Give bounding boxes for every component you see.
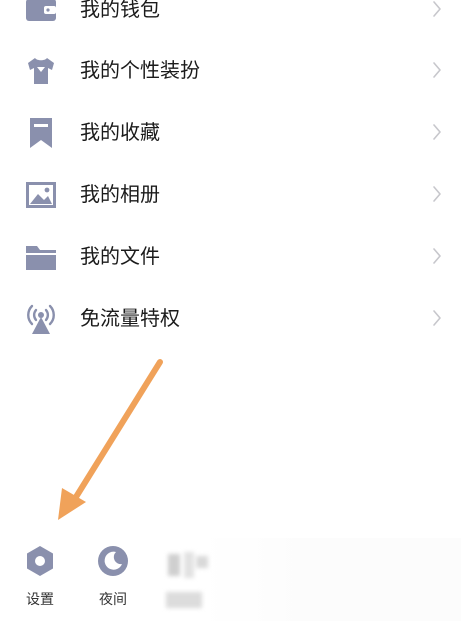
menu-item-label: 我的个性装扮	[80, 58, 200, 82]
chevron-right-icon	[432, 123, 442, 141]
chevron-right-icon	[432, 0, 442, 18]
image-icon	[24, 178, 58, 212]
menu-item-label: 免流量特权	[80, 306, 180, 330]
wallet-icon	[24, 0, 58, 27]
night-mode-button[interactable]: 夜间	[89, 544, 137, 616]
menu-item-personal-dressup[interactable]: 我的个性装扮	[0, 45, 461, 95]
menu-item-free-data[interactable]: 免流量特权	[0, 293, 461, 343]
moon-icon	[96, 544, 130, 578]
night-mode-label: 夜间	[99, 592, 127, 608]
menu-item-favorites[interactable]: 我的收藏	[0, 107, 461, 157]
hexagon-settings-icon	[23, 544, 57, 578]
tshirt-icon	[24, 54, 58, 88]
menu-item-album[interactable]: 我的相册	[0, 169, 461, 219]
chevron-right-icon	[432, 185, 442, 203]
bookmark-icon	[24, 116, 58, 150]
menu-item-wallet[interactable]: 我的钱包	[0, 0, 461, 34]
menu-item-label: 我的文件	[80, 244, 160, 268]
chevron-right-icon	[432, 61, 442, 79]
menu-item-label: 我的钱包	[80, 0, 160, 21]
bottom-background-fade	[200, 538, 461, 621]
bottom-toolbar: 设置 夜间	[0, 538, 461, 621]
menu-item-label: 我的相册	[80, 182, 160, 206]
menu-item-files[interactable]: 我的文件	[0, 231, 461, 281]
chevron-right-icon	[432, 247, 442, 265]
chevron-right-icon	[432, 309, 442, 327]
menu-item-label: 我的收藏	[80, 120, 160, 144]
signal-tower-icon	[24, 302, 58, 336]
settings-label: 设置	[26, 592, 54, 608]
settings-button[interactable]: 设置	[16, 544, 64, 616]
folder-icon	[24, 240, 58, 274]
blurred-bottom-item[interactable]	[160, 548, 220, 614]
